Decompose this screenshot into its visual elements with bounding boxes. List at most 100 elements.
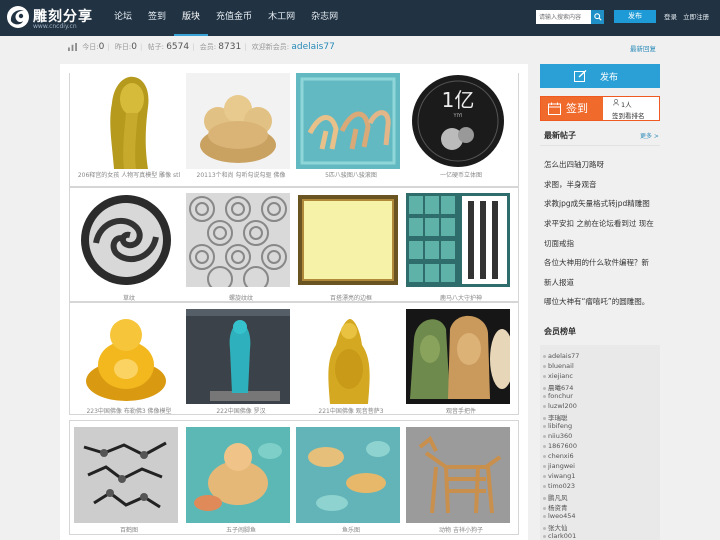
list-item[interactable]: 求平安扣 之前在论坛看到过 现在 bbox=[544, 218, 660, 229]
member-link[interactable]: adelais77 bbox=[543, 352, 579, 360]
member-link[interactable]: timo023 bbox=[543, 482, 575, 490]
member-link[interactable]: clark001 bbox=[543, 532, 576, 540]
member-link[interactable]: lweo454 bbox=[543, 512, 576, 520]
gallery-caption: 百鹤图 bbox=[119, 527, 138, 534]
members-label: 会员: bbox=[199, 43, 217, 51]
today-count: 0 bbox=[98, 42, 105, 52]
calendar-icon bbox=[548, 102, 561, 115]
gallery-caption: 动物 吉祥小狗子 bbox=[439, 527, 483, 534]
member-link[interactable]: 李瑞聪 bbox=[543, 412, 568, 422]
nav-item-magazine[interactable]: 杂志网 bbox=[303, 0, 346, 36]
nav-item-boards[interactable]: 版块 bbox=[174, 0, 209, 36]
member-link[interactable]: luzwl200 bbox=[543, 402, 577, 410]
posts-label: 帖子: bbox=[147, 43, 164, 51]
member-link[interactable]: 杨资青 bbox=[543, 502, 568, 512]
gallery-caption: 222中国佛像 罗汉 bbox=[216, 408, 266, 415]
checkin-count: 1人 bbox=[621, 101, 632, 109]
checkin-widget: 签到 1人 签到看排名 bbox=[540, 96, 660, 121]
chart-icon bbox=[68, 43, 77, 51]
nav-item-woodwork[interactable]: 木工网 bbox=[260, 0, 303, 36]
thumbnail-image bbox=[296, 193, 400, 287]
thumbnail-image bbox=[74, 427, 178, 523]
edit-icon bbox=[574, 70, 587, 82]
welcome-label: 欢迎新会员: bbox=[251, 43, 290, 51]
auth-links: 登录 立即注册 bbox=[664, 11, 713, 21]
member-link[interactable]: libifeng bbox=[543, 422, 572, 430]
thumbnail-image bbox=[186, 73, 290, 169]
member-link[interactable]: xiejianc bbox=[543, 372, 573, 380]
gallery-caption: 五子闹脚鱼 bbox=[225, 527, 256, 534]
member-link[interactable]: fonchur bbox=[543, 392, 573, 400]
list-item[interactable]: 怎么出四轴刀路呀 bbox=[544, 159, 660, 170]
nav-item-recharge[interactable]: 充值金币 bbox=[208, 0, 260, 36]
list-item[interactable]: 新人报道 bbox=[544, 277, 660, 288]
forum-stats: 今日:0 | 昨日:0 | 帖子: 6574 | 会员: 8731 | 欢迎新会员: a… bbox=[68, 42, 528, 56]
thumbnail-image bbox=[74, 309, 178, 404]
nav-item-forum[interactable]: 论坛 bbox=[106, 0, 140, 36]
checkin-label: 签到 bbox=[566, 102, 588, 115]
thumbnail-image bbox=[186, 309, 290, 404]
gallery-row: 206释宫的女孩 人物写真模型 雕像 stl 20113个和尚 勾听勾说勾驱 佛… bbox=[69, 73, 519, 187]
gallery-caption: 221中国佛像 观音菩萨3 bbox=[318, 408, 384, 415]
login-link[interactable]: 登录 bbox=[664, 13, 677, 21]
gallery-caption: 5匹八骏图八骏滚图 bbox=[325, 172, 377, 179]
member-link[interactable]: 晨曦674 bbox=[543, 382, 573, 392]
members-title: 会员榜单 bbox=[544, 327, 576, 336]
site-logo[interactable]: 雕刻分享 www.cncdiy.cn bbox=[6, 4, 92, 32]
gallery-row: 百鹤图 五子闹脚鱼 鱼乐图 动物 吉祥小狗子 bbox=[69, 420, 519, 535]
search-icon bbox=[593, 13, 602, 21]
gallery-caption: 206释宫的女孩 人物写真模型 雕像 stl bbox=[77, 172, 181, 179]
thumbnail-image: 1亿 YIYI bbox=[406, 73, 510, 169]
gallery-row: 草纹 螺旋纹纹 百搭漂亮的边框 鹿马八大守护神 bbox=[69, 187, 519, 302]
main-nav: 论坛 签到 版块 充值金币 木工网 杂志网 bbox=[106, 0, 346, 36]
members-count: 8731 bbox=[218, 42, 242, 52]
member-link[interactable]: viwang1 bbox=[543, 472, 575, 480]
post-button-label: 发布 bbox=[600, 73, 619, 83]
register-link[interactable]: 立即注册 bbox=[683, 13, 709, 21]
thumbnail-image bbox=[186, 193, 290, 287]
list-item[interactable]: 切面戒指 bbox=[544, 238, 660, 249]
gallery-row: 223中国佛像 布勒佛3 佛像模型 222中国佛像 罗汉 221中国佛像 观音菩… bbox=[69, 302, 519, 415]
member-link[interactable]: jiangwei bbox=[543, 462, 575, 470]
thumbnail-image bbox=[406, 309, 510, 404]
gallery-caption: 观音手把件 bbox=[445, 408, 476, 415]
newest-member-link[interactable]: adelais77 bbox=[291, 42, 334, 52]
thumbnail-image bbox=[296, 309, 400, 404]
list-item[interactable]: 各位大神用的什么软件编程？新 bbox=[544, 257, 660, 268]
thumbnail-image bbox=[406, 427, 510, 523]
posts-count: 6574 bbox=[166, 42, 190, 52]
gallery-panel: 206释宫的女孩 人物写真模型 雕像 stl 20113个和尚 勾听勾说勾驱 佛… bbox=[60, 64, 528, 540]
list-item[interactable]: 求教jpg成矢量格式转jpd精雕图 bbox=[544, 198, 660, 209]
thumbnail-image bbox=[406, 193, 510, 287]
more-link[interactable]: 更多 > bbox=[640, 131, 659, 140]
thumbnail-image bbox=[74, 193, 178, 287]
list-item[interactable]: 哪位大神有“瘤嘻吒”的圆雕图。 bbox=[544, 296, 660, 307]
latest-reply-link[interactable]: 最新回复 bbox=[630, 43, 656, 53]
gallery-caption: 一亿硬币立体图 bbox=[439, 172, 482, 179]
post-button[interactable]: 发布 bbox=[540, 64, 660, 88]
checkin-rank-link[interactable]: 签到看排名 bbox=[612, 110, 645, 120]
yesterday-label: 昨日: bbox=[114, 43, 132, 51]
thumbnail-image bbox=[296, 427, 400, 523]
member-link[interactable]: bluenail bbox=[543, 362, 574, 370]
checkin-button[interactable]: 签到 bbox=[541, 97, 603, 120]
member-link[interactable]: 张大仙 bbox=[543, 522, 568, 532]
search-button[interactable] bbox=[591, 10, 604, 24]
search-input[interactable] bbox=[536, 10, 591, 24]
list-item[interactable]: 求图，半身观音 bbox=[544, 179, 660, 190]
gallery-caption: 草纹 bbox=[122, 295, 135, 302]
gallery-caption: 鹿马八大守护神 bbox=[439, 295, 482, 302]
thumbnail-image bbox=[186, 427, 290, 523]
svg-text:YIYI: YIYI bbox=[452, 113, 462, 119]
member-link[interactable]: chenxi6 bbox=[543, 452, 574, 460]
member-link[interactable]: 1867600 bbox=[543, 442, 577, 450]
thumbnail-image bbox=[296, 73, 400, 169]
nav-item-checkin[interactable]: 签到 bbox=[140, 0, 174, 36]
gallery-caption: 百搭漂亮的边框 bbox=[329, 295, 372, 302]
member-link[interactable]: niiu360 bbox=[543, 432, 572, 440]
member-link[interactable]: 鹏凡风 bbox=[543, 492, 568, 502]
today-label: 今日: bbox=[82, 43, 99, 51]
header-post-button[interactable]: 发布 bbox=[614, 10, 656, 23]
search-box bbox=[536, 10, 604, 24]
gallery-caption: 鱼乐图 bbox=[341, 527, 360, 534]
